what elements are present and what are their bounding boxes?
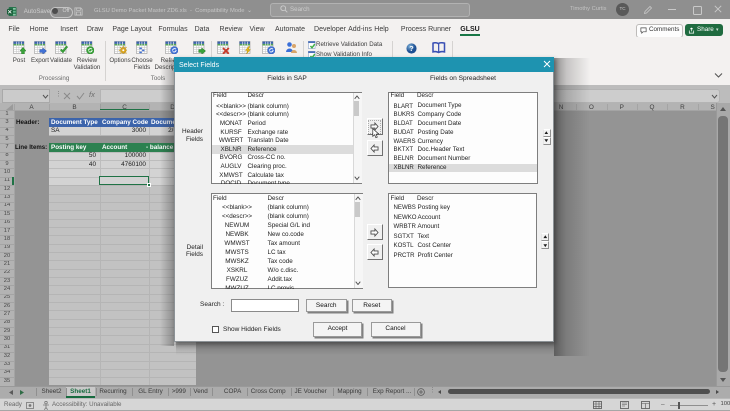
svg-text:?: ? xyxy=(409,44,413,53)
